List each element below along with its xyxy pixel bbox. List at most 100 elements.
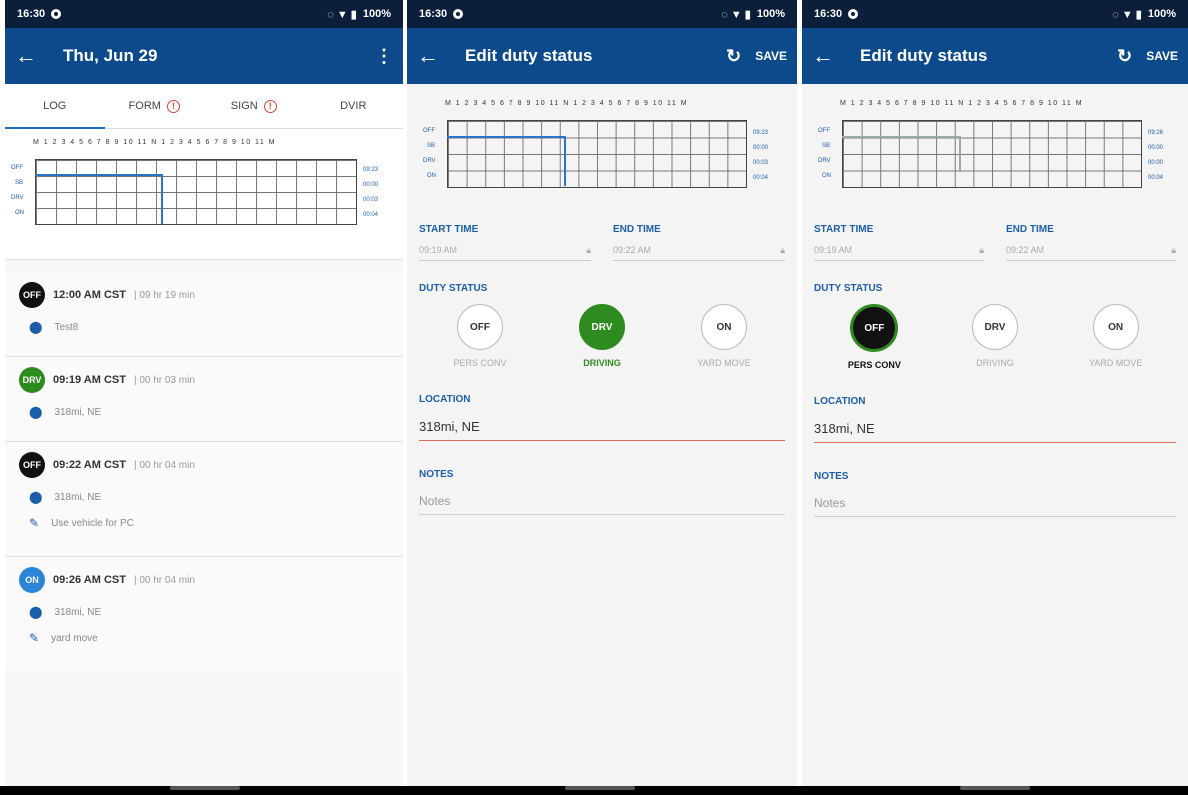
status-label: YARD MOVE [697, 358, 751, 368]
clock: 16:30 [419, 8, 448, 20]
duty-badge: OFF [19, 282, 45, 308]
list-item[interactable]: DRV 09:19 AM CST | 00 hr 03 min ⬤ 318mi, NE [5, 357, 403, 442]
duty-line [959, 136, 961, 172]
event-time: 12:00 AM CST [53, 289, 126, 301]
graph-total: 00:00 [1148, 145, 1164, 151]
event-location: Test8 [54, 321, 79, 333]
status-option-on[interactable]: ON YARD MOVE [669, 304, 779, 368]
end-time-field[interactable]: END TIME 09:22 AM 🔒︎ [613, 224, 785, 261]
refresh-icon[interactable]: ↻ [1117, 46, 1132, 67]
location-pin-icon: ⬤ [29, 490, 43, 504]
status-option-drv[interactable]: DRV DRIVING [547, 304, 657, 368]
lock-icon: 🔒︎ [979, 245, 984, 255]
save-button[interactable]: SAVE [1146, 49, 1178, 63]
status-option-drv[interactable]: DRV DRIVING [940, 304, 1050, 370]
start-time-field[interactable]: START TIME 09:19 AM 🔒︎ [814, 224, 984, 261]
edit-duty-status-screen-driving: 16:30 ◌ ▼ ▮ 100% ← Edit duty status ↻ SAV… [407, 0, 797, 795]
end-time-label: END TIME [613, 224, 661, 235]
status-circle: OFF [850, 304, 899, 352]
graph-grid [35, 159, 357, 225]
tab-bar: LOG FORM! SIGN! DVIR [5, 84, 403, 129]
location-input[interactable]: 318mi, NE [814, 413, 1176, 443]
save-button[interactable]: SAVE [755, 49, 787, 63]
graph-total: 00:00 [363, 182, 379, 188]
app-bar: ← Edit duty status ↻ SAVE [407, 28, 797, 84]
event-note: Use vehicle for PC [51, 517, 134, 529]
graph-hours-axis: M 1 2 3 4 5 6 7 8 9 10 11 N 1 2 3 4 5 6 … [840, 100, 1084, 107]
refresh-icon[interactable]: ↻ [726, 46, 741, 67]
battery-level: 100% [362, 8, 391, 20]
graph-total: 00:04 [753, 175, 769, 181]
home-handle[interactable] [170, 786, 240, 790]
location-input[interactable]: 318mi, NE [419, 411, 785, 441]
end-time-field[interactable]: END TIME 09:22 AM 🔒︎ [1006, 224, 1176, 261]
warning-icon: ! [166, 99, 180, 113]
home-handle[interactable] [960, 786, 1030, 790]
graph-total: 09:23 [753, 130, 769, 136]
status-circle: DRV [971, 304, 1018, 350]
back-arrow-icon[interactable]: ← [812, 43, 852, 69]
tab-sign[interactable]: SIGN! [204, 84, 304, 128]
event-time: 09:22 AM CST [53, 459, 126, 471]
graph-row-label: DRV [818, 158, 831, 164]
end-time-value: 09:22 AM [1006, 245, 1045, 255]
duty-badge: DRV [19, 367, 45, 393]
duty-line [447, 136, 565, 138]
duty-badge: ON [19, 567, 45, 593]
graph-total: 00:03 [753, 160, 769, 166]
list-item[interactable]: OFF 12:00 AM CST | 09 hr 19 min ⬤ Test8 [5, 272, 403, 357]
back-arrow-icon[interactable]: ← [15, 43, 55, 69]
graph-row-label: OFF [818, 128, 830, 134]
app-notification-icon [453, 9, 464, 19]
start-time-value: 09:19 AM [419, 245, 458, 255]
graph-row-label: DRV [423, 158, 436, 164]
log-graph: M 1 2 3 4 5 6 7 8 9 10 11 N 1 2 3 4 5 6 … [407, 84, 797, 212]
back-arrow-icon[interactable]: ← [417, 43, 457, 69]
log-screen: 16:30 ◌ ▼ ▮ 100% ← Thu, Jun 29 ⋮ LOG FORM… [5, 0, 403, 795]
event-duration: | 00 hr 04 min [133, 459, 195, 471]
status-option-off[interactable]: OFF PERS CONV [425, 304, 535, 368]
tab-dvir[interactable]: DVIR [304, 84, 404, 128]
duty-line [161, 174, 163, 224]
notes-label: NOTES [814, 471, 849, 482]
graph-row-label: SB [822, 143, 831, 149]
status-option-on[interactable]: ON YARD MOVE [1061, 304, 1171, 370]
app-bar: ← Edit duty status ↻ SAVE [802, 28, 1188, 84]
status-bar: 16:30 ◌ ▼ ▮ 100% [5, 0, 403, 28]
list-item[interactable]: ON 09:26 AM CST | 00 hr 04 min ⬤ 318mi, NE … [5, 557, 403, 671]
start-time-field[interactable]: START TIME 09:19 AM 🔒︎ [419, 224, 591, 261]
log-graph: M 1 2 3 4 5 6 7 8 9 10 11 N 1 2 3 4 5 6 … [802, 84, 1188, 212]
tab-form-label: FORM [128, 100, 161, 112]
note-pencil-icon: ✎ [29, 631, 40, 645]
graph-row-label: OFF [11, 165, 23, 171]
graph-total: 00:04 [363, 212, 379, 218]
signal-icon: ◌ ▼ ▮ [327, 8, 357, 21]
graph-row-label: ON [427, 173, 436, 179]
graph-total: 00:04 [1148, 175, 1164, 181]
status-option-off[interactable]: OFF PERS CONV [819, 304, 929, 370]
tab-log[interactable]: LOG [5, 84, 105, 129]
graph-row-label: ON [15, 210, 24, 216]
start-time-label: START TIME [814, 224, 874, 235]
time-row: START TIME 09:19 AM 🔒︎ END TIME 09:22 AM 🔒… [814, 224, 1176, 261]
start-time-value: 09:19 AM [814, 245, 853, 255]
status-label: PERS CONV [847, 360, 901, 370]
battery-level: 100% [1147, 8, 1176, 20]
log-graph: M 1 2 3 4 5 6 7 8 9 10 11 N 1 2 3 4 5 6 … [5, 129, 403, 260]
home-handle[interactable] [565, 786, 635, 790]
status-label: DRIVING [976, 358, 1014, 368]
page-title: Edit duty status [860, 46, 988, 65]
duty-line [842, 136, 960, 138]
edit-form: START TIME 09:19 AM 🔒︎ END TIME 09:22 AM 🔒… [802, 224, 1188, 517]
tab-form[interactable]: FORM! [105, 84, 205, 128]
location-pin-icon: ⬤ [29, 405, 43, 419]
event-location: 318mi, NE [54, 491, 102, 503]
notes-input[interactable]: Notes [814, 488, 1176, 517]
signal-icon: ◌ ▼ ▮ [1112, 8, 1142, 21]
notes-input[interactable]: Notes [419, 486, 785, 515]
app-notification-icon [848, 9, 859, 19]
list-item[interactable]: OFF 09:22 AM CST | 00 hr 04 min ⬤ 318mi, NE… [5, 442, 403, 557]
overflow-menu-icon[interactable]: ⋮ [375, 46, 393, 67]
event-list: OFF 12:00 AM CST | 09 hr 19 min ⬤ Test8 DRV… [5, 260, 403, 671]
duty-line [564, 136, 566, 186]
